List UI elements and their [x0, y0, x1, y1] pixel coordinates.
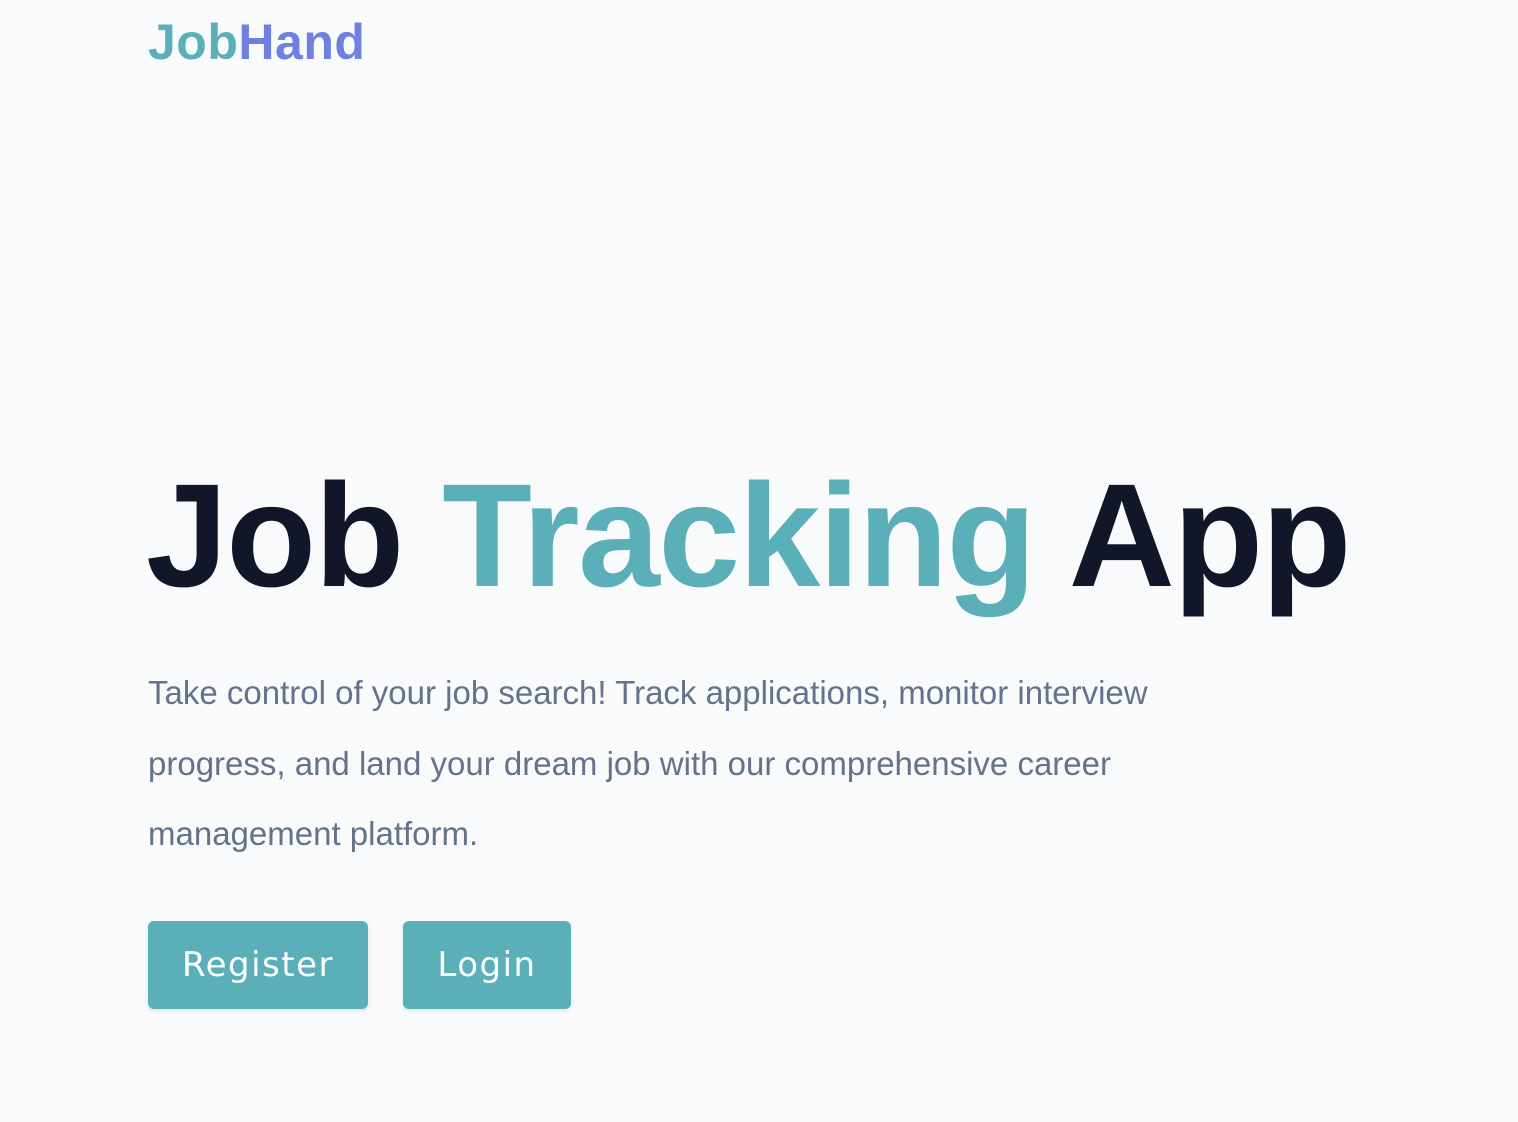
hero-title-end: App [1034, 454, 1352, 618]
logo-text-hand: Hand [238, 14, 366, 70]
hero-title-accent: Tracking [442, 454, 1036, 618]
brand-logo[interactable]: JobHand [148, 12, 365, 72]
login-button[interactable]: Login [403, 921, 571, 1009]
landing-page: JobHand Job Tracking App Take control of… [0, 0, 1518, 1122]
hero-title-start: Job [146, 454, 443, 618]
logo-text-job: Job [148, 14, 239, 70]
hero-title: Job Tracking App [146, 454, 1352, 618]
register-button[interactable]: Register [148, 921, 368, 1009]
hero-description: Take control of your job search! Track a… [148, 674, 1148, 852]
